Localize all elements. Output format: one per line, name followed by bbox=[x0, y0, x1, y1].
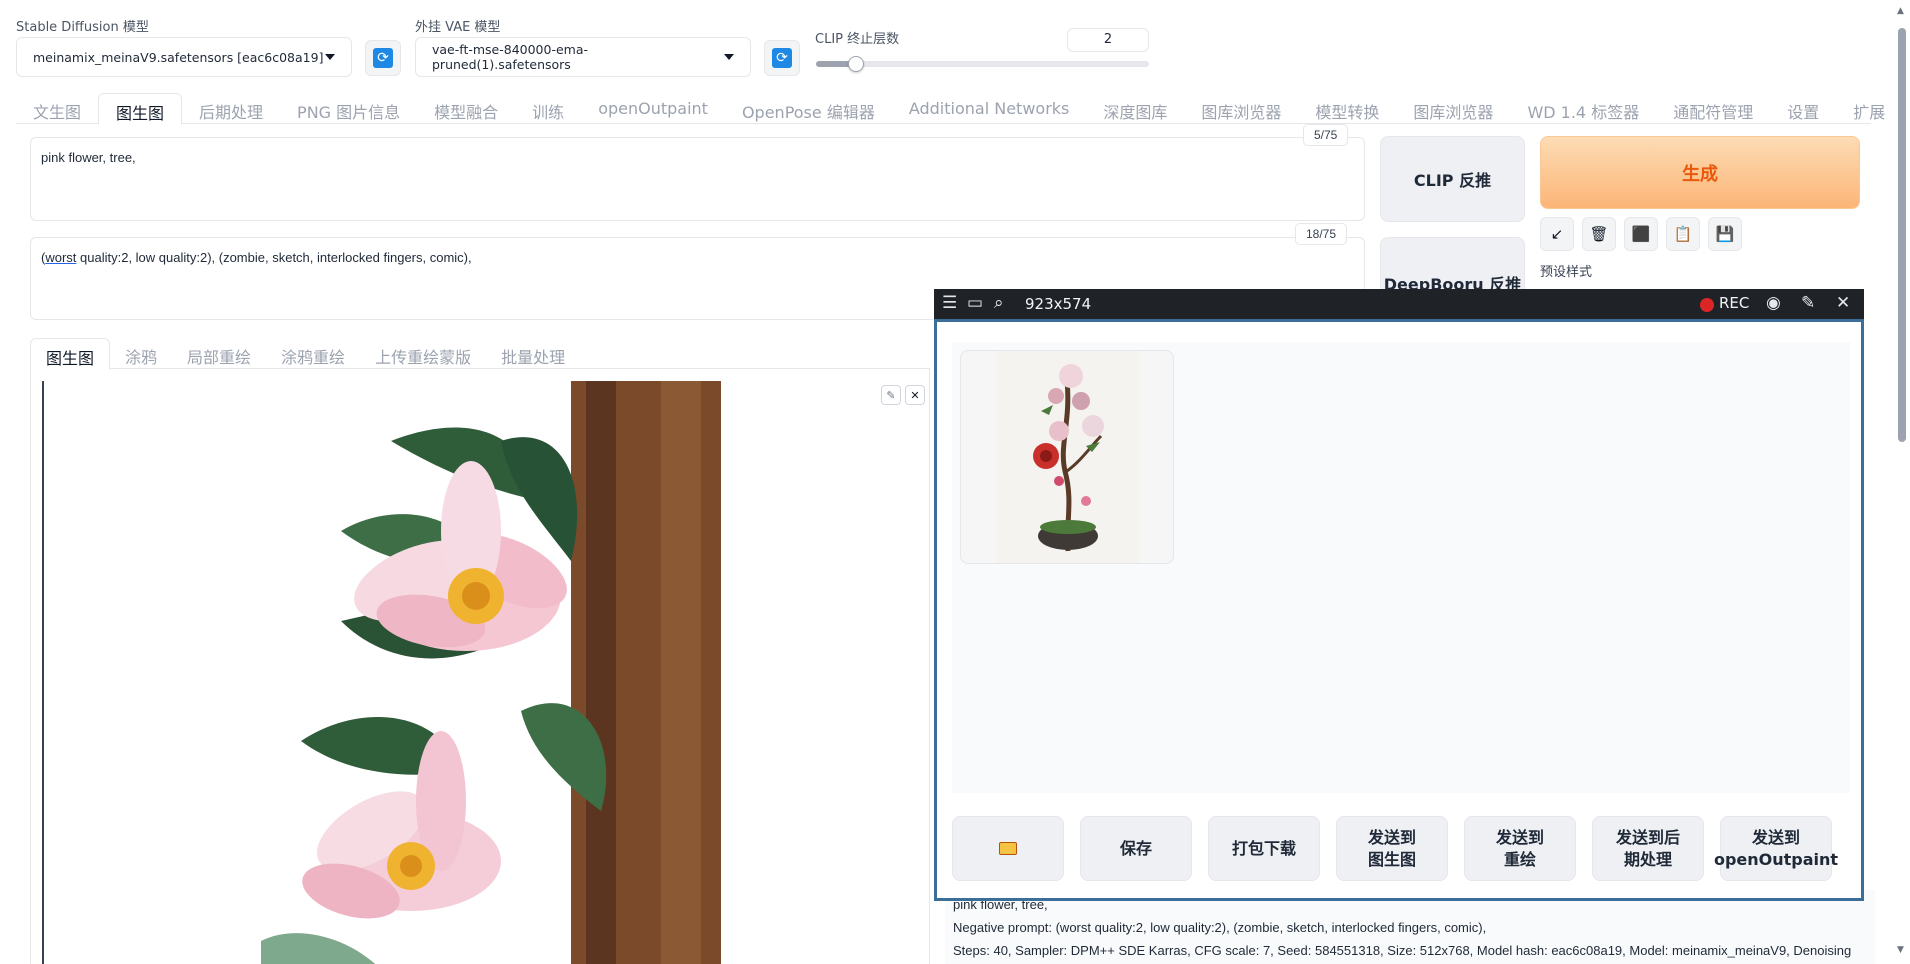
vae-value: vae-ft-mse-840000-ema-pruned(1).safetens… bbox=[432, 42, 589, 72]
prompt-input[interactable]: pink flower, tree, bbox=[30, 137, 1365, 221]
tab-6[interactable]: openOutpaint bbox=[581, 93, 725, 124]
vae-label: 外挂 VAE 模型 bbox=[415, 20, 501, 35]
gallery-thumbnail[interactable] bbox=[960, 350, 1174, 564]
menu-icon[interactable]: ☰ bbox=[942, 293, 957, 313]
tab-1[interactable]: 图生图 bbox=[98, 93, 183, 125]
clip-skip-number[interactable]: 2 bbox=[1067, 28, 1149, 52]
clip-skip-label: CLIP 终止层数 bbox=[815, 32, 900, 47]
chevron-down-icon bbox=[325, 54, 335, 60]
info-negative: Negative prompt: (worst quality:2, low q… bbox=[953, 920, 1487, 935]
tab-9[interactable]: 深度图库 bbox=[1086, 93, 1184, 124]
tab-8[interactable]: Additional Networks bbox=[892, 93, 1087, 124]
tab-11[interactable]: 模型转换 bbox=[1298, 93, 1396, 124]
scrollbar-thumb[interactable] bbox=[1898, 28, 1906, 442]
tab-13[interactable]: WD 1.4 标签器 bbox=[1510, 93, 1656, 124]
region-select-icon[interactable]: ⌕ bbox=[994, 293, 1004, 313]
subtab-0[interactable]: 图生图 bbox=[30, 338, 111, 370]
page-scrollbar[interactable]: ▲ ▼ bbox=[1893, 0, 1910, 964]
slider-handle[interactable] bbox=[847, 56, 864, 72]
negative-token-counter: 18/75 bbox=[1295, 223, 1348, 245]
zip-download-button[interactable]: 打包下载 bbox=[1208, 816, 1320, 881]
extra-networks-icon[interactable]: ⬛ bbox=[1624, 217, 1658, 251]
save-button[interactable]: 保存 bbox=[1080, 816, 1192, 881]
tab-10[interactable]: 图库浏览器 bbox=[1184, 93, 1298, 124]
window-icon[interactable]: ▭ bbox=[967, 293, 983, 313]
pen-icon[interactable]: ✎ bbox=[1801, 293, 1815, 313]
subtab-2[interactable]: 局部重绘 bbox=[172, 338, 266, 368]
camera-icon[interactable]: ◉ bbox=[1766, 293, 1781, 313]
tab-2[interactable]: 后期处理 bbox=[182, 93, 280, 124]
tab-15[interactable]: 设置 bbox=[1770, 93, 1836, 124]
refresh-vae-button[interactable]: ⟳ bbox=[764, 40, 800, 76]
open-folder-button[interactable] bbox=[952, 816, 1064, 881]
scroll-up-icon[interactable]: ▲ bbox=[1897, 6, 1904, 16]
refresh-icon: ⟳ bbox=[772, 48, 792, 68]
apply-styles-icon[interactable]: ↙ bbox=[1540, 217, 1574, 251]
tab-5[interactable]: 训练 bbox=[515, 93, 581, 124]
tab-3[interactable]: PNG 图片信息 bbox=[280, 93, 417, 124]
subtab-4[interactable]: 上传重绘蒙版 bbox=[360, 338, 486, 368]
folder-icon bbox=[999, 842, 1017, 855]
main-tabs: 文生图 图生图 后期处理 PNG 图片信息 模型融合 训练 openOutpaint Open… bbox=[16, 93, 1885, 125]
info-params: Steps: 40, Sampler: DPM++ SDE Karras, CF… bbox=[953, 943, 1852, 958]
send-to-extras-button[interactable]: 发送到后 期处理 bbox=[1592, 816, 1704, 881]
negative-highlight-word: worst bbox=[45, 250, 77, 265]
tab-4[interactable]: 模型融合 bbox=[417, 93, 515, 124]
scroll-down-icon[interactable]: ▼ bbox=[1897, 945, 1904, 955]
flower-image bbox=[241, 381, 721, 964]
recorder-frame: 保存 打包下载 发送到 图生图 发送到 重绘 发送到后 期处理 发送到 openOutpaint bbox=[934, 319, 1864, 901]
deepbooru-interrogate-button[interactable]: DeepBooru 反推 bbox=[1380, 237, 1525, 297]
subtab-3[interactable]: 涂鸦重绘 bbox=[266, 338, 360, 368]
bonsai-thumbnail-image bbox=[996, 351, 1140, 563]
send-to-img2img-button[interactable]: 发送到 图生图 bbox=[1336, 816, 1448, 881]
tab-12[interactable]: 图库浏览器 bbox=[1396, 93, 1510, 124]
send-to-inpaint-button[interactable]: 发送到 重绘 bbox=[1464, 816, 1576, 881]
panel-border bbox=[42, 381, 44, 964]
tab-14[interactable]: 通配符管理 bbox=[1656, 93, 1770, 124]
img2img-image-panel[interactable]: ✎ ✕ bbox=[30, 369, 930, 964]
tab-7[interactable]: OpenPose 编辑器 bbox=[725, 93, 892, 124]
output-gallery bbox=[952, 342, 1850, 793]
img2img-subtabs: 图生图 涂鸦 局部重绘 涂鸦重绘 上传重绘蒙版 批量处理 bbox=[30, 338, 930, 370]
paste-icon[interactable]: 📋 bbox=[1666, 217, 1700, 251]
close-icon[interactable]: ✕ bbox=[1836, 293, 1850, 313]
refresh-sd-model-button[interactable]: ⟳ bbox=[365, 40, 401, 76]
clip-interrogate-button[interactable]: CLIP 反推 bbox=[1380, 136, 1525, 222]
save-style-icon[interactable]: 💾 bbox=[1708, 217, 1742, 251]
send-to-openoutpaint-button[interactable]: 发送到 openOutpaint bbox=[1714, 816, 1838, 881]
tab-0[interactable]: 文生图 bbox=[16, 93, 98, 124]
sd-model-select[interactable]: meinamix_meinaV9.safetensors [eac6c08a19… bbox=[16, 37, 352, 77]
record-dot-icon[interactable] bbox=[1700, 298, 1714, 312]
sd-model-value: meinamix_meinaV9.safetensors [eac6c08a19… bbox=[33, 49, 324, 65]
recorder-dimensions: 923x574 bbox=[1025, 295, 1092, 313]
vae-select[interactable]: vae-ft-mse-840000-ema-pruned(1).safetens… bbox=[415, 37, 751, 77]
rec-label[interactable]: REC bbox=[1719, 294, 1749, 312]
subtab-5[interactable]: 批量处理 bbox=[486, 338, 580, 368]
styles-label: 预设样式 bbox=[1540, 265, 1593, 280]
refresh-icon: ⟳ bbox=[373, 48, 393, 68]
recorder-toolbar: ☰ ▭ ⌕ 923x574 REC ◉ ✎ ✕ bbox=[934, 289, 1864, 319]
close-icon[interactable]: ✕ bbox=[905, 385, 925, 405]
trash-icon[interactable]: 🗑 bbox=[1582, 217, 1616, 251]
prompt-token-counter: 5/75 bbox=[1303, 124, 1349, 146]
subtab-1[interactable]: 涂鸦 bbox=[110, 338, 172, 368]
generate-button[interactable]: 生成 bbox=[1540, 136, 1860, 209]
chevron-down-icon bbox=[724, 54, 734, 60]
sd-model-label: Stable Diffusion 模型 bbox=[16, 20, 149, 35]
clip-skip-slider[interactable] bbox=[816, 56, 1149, 72]
generation-info: pink flower, tree, Negative prompt: (wor… bbox=[945, 890, 1875, 964]
negative-prompt-text: quality:2, low quality:2), (zombie, sket… bbox=[76, 250, 472, 265]
edit-icon[interactable]: ✎ bbox=[881, 385, 901, 405]
prompt-text: pink flower, tree, bbox=[41, 150, 136, 165]
